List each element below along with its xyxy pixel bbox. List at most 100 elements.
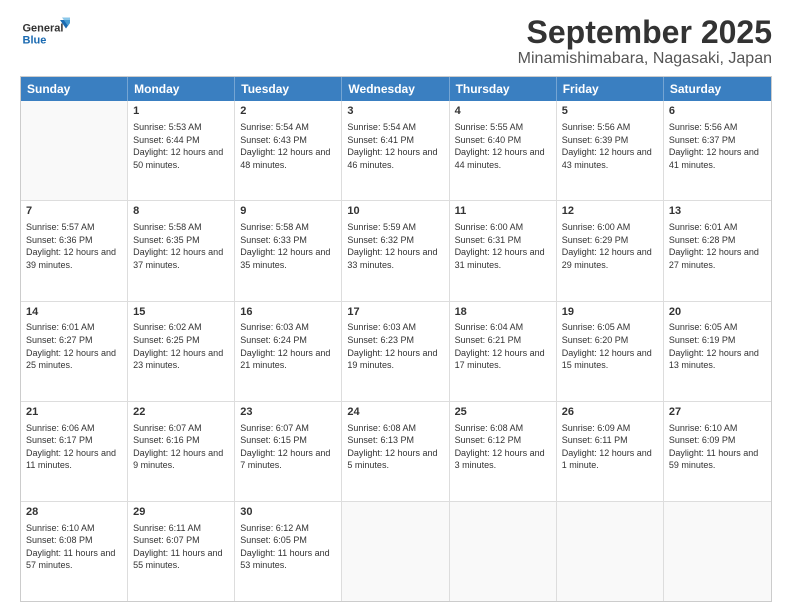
calendar-cell: 5 Sunrise: 5:56 AMSunset: 6:39 PMDaylight… bbox=[557, 101, 664, 200]
cell-info: Sunrise: 6:00 AMSunset: 6:29 PMDaylight:… bbox=[562, 221, 658, 271]
cell-info: Sunrise: 6:07 AMSunset: 6:15 PMDaylight:… bbox=[240, 422, 336, 472]
cell-info: Sunrise: 6:03 AMSunset: 6:24 PMDaylight:… bbox=[240, 321, 336, 371]
day-header-wednesday: Wednesday bbox=[342, 77, 449, 101]
day-number: 24 bbox=[347, 405, 443, 420]
cell-info: Sunrise: 5:57 AMSunset: 6:36 PMDaylight:… bbox=[26, 221, 122, 271]
header: General Blue September 2025 Minamishimab… bbox=[20, 15, 772, 68]
day-number: 27 bbox=[669, 405, 766, 420]
calendar-cell: 22 Sunrise: 6:07 AMSunset: 6:16 PMDayligh… bbox=[128, 402, 235, 501]
day-number: 21 bbox=[26, 405, 122, 420]
day-number: 11 bbox=[455, 204, 551, 219]
day-number: 7 bbox=[26, 204, 122, 219]
day-number: 30 bbox=[240, 505, 336, 520]
page-subtitle: Minamishimabara, Nagasaki, Japan bbox=[518, 50, 772, 68]
calendar-cell: 15Sunrise: 6:02 AMSunset: 6:25 PMDayligh… bbox=[128, 302, 235, 401]
title-area: September 2025 Minamishimabara, Nagasaki… bbox=[518, 15, 772, 68]
calendar-cell: 25 Sunrise: 6:08 AMSunset: 6:12 PMDayligh… bbox=[450, 402, 557, 501]
day-number: 22 bbox=[133, 405, 229, 420]
cell-info: Sunrise: 6:07 AMSunset: 6:16 PMDaylight:… bbox=[133, 422, 229, 472]
calendar-cell: 11 Sunrise: 6:00 AMSunset: 6:31 PMDayligh… bbox=[450, 201, 557, 300]
calendar-cell bbox=[450, 502, 557, 601]
cell-info: Sunrise: 6:00 AMSunset: 6:31 PMDaylight:… bbox=[455, 221, 551, 271]
calendar-cell: 17Sunrise: 6:03 AMSunset: 6:23 PMDayligh… bbox=[342, 302, 449, 401]
day-number: 26 bbox=[562, 405, 658, 420]
cell-info: Sunrise: 6:02 AMSunset: 6:25 PMDaylight:… bbox=[133, 321, 229, 371]
cell-info: Sunrise: 6:06 AMSunset: 6:17 PMDaylight:… bbox=[26, 422, 122, 472]
day-number: 14 bbox=[26, 305, 122, 320]
calendar-header: SundayMondayTuesdayWednesdayThursdayFrid… bbox=[21, 77, 771, 101]
day-number: 16 bbox=[240, 305, 336, 320]
calendar-cell: 14Sunrise: 6:01 AMSunset: 6:27 PMDayligh… bbox=[21, 302, 128, 401]
day-number: 4 bbox=[455, 104, 551, 119]
cell-info: Sunrise: 5:58 AMSunset: 6:35 PMDaylight:… bbox=[133, 221, 229, 271]
cell-info: Sunrise: 6:11 AMSunset: 6:07 PMDaylight:… bbox=[133, 522, 229, 572]
calendar-cell bbox=[21, 101, 128, 200]
logo: General Blue bbox=[20, 15, 70, 55]
day-number: 10 bbox=[347, 204, 443, 219]
calendar-cell bbox=[664, 502, 771, 601]
cell-info: Sunrise: 5:54 AMSunset: 6:41 PMDaylight:… bbox=[347, 121, 443, 171]
calendar-cell: 3 Sunrise: 5:54 AMSunset: 6:41 PMDaylight… bbox=[342, 101, 449, 200]
cell-info: Sunrise: 5:54 AMSunset: 6:43 PMDaylight:… bbox=[240, 121, 336, 171]
cell-info: Sunrise: 6:12 AMSunset: 6:05 PMDaylight:… bbox=[240, 522, 336, 572]
calendar-row-3: 21 Sunrise: 6:06 AMSunset: 6:17 PMDayligh… bbox=[21, 402, 771, 502]
day-number: 25 bbox=[455, 405, 551, 420]
calendar-row-0: 1 Sunrise: 5:53 AMSunset: 6:44 PMDaylight… bbox=[21, 101, 771, 201]
calendar-cell: 2 Sunrise: 5:54 AMSunset: 6:43 PMDaylight… bbox=[235, 101, 342, 200]
calendar-cell bbox=[342, 502, 449, 601]
svg-text:Blue: Blue bbox=[23, 35, 47, 47]
cell-info: Sunrise: 6:09 AMSunset: 6:11 PMDaylight:… bbox=[562, 422, 658, 472]
calendar-cell: 6 Sunrise: 5:56 AMSunset: 6:37 PMDaylight… bbox=[664, 101, 771, 200]
cell-info: Sunrise: 6:05 AMSunset: 6:20 PMDaylight:… bbox=[562, 321, 658, 371]
cell-info: Sunrise: 5:55 AMSunset: 6:40 PMDaylight:… bbox=[455, 121, 551, 171]
cell-info: Sunrise: 6:03 AMSunset: 6:23 PMDaylight:… bbox=[347, 321, 443, 371]
page: General Blue September 2025 Minamishimab… bbox=[0, 0, 792, 612]
calendar: SundayMondayTuesdayWednesdayThursdayFrid… bbox=[20, 76, 772, 602]
calendar-cell: 4 Sunrise: 5:55 AMSunset: 6:40 PMDaylight… bbox=[450, 101, 557, 200]
day-header-tuesday: Tuesday bbox=[235, 77, 342, 101]
day-header-sunday: Sunday bbox=[21, 77, 128, 101]
calendar-cell: 27 Sunrise: 6:10 AMSunset: 6:09 PMDayligh… bbox=[664, 402, 771, 501]
day-number: 13 bbox=[669, 204, 766, 219]
day-number: 1 bbox=[133, 104, 229, 119]
day-number: 8 bbox=[133, 204, 229, 219]
day-number: 17 bbox=[347, 305, 443, 320]
calendar-body: 1 Sunrise: 5:53 AMSunset: 6:44 PMDaylight… bbox=[21, 101, 771, 601]
calendar-cell: 24 Sunrise: 6:08 AMSunset: 6:13 PMDayligh… bbox=[342, 402, 449, 501]
cell-info: Sunrise: 6:10 AMSunset: 6:08 PMDaylight:… bbox=[26, 522, 122, 572]
cell-info: Sunrise: 6:10 AMSunset: 6:09 PMDaylight:… bbox=[669, 422, 766, 472]
svg-text:General: General bbox=[23, 23, 64, 35]
day-number: 20 bbox=[669, 305, 766, 320]
day-number: 5 bbox=[562, 104, 658, 119]
logo-svg: General Blue bbox=[20, 15, 70, 55]
day-number: 19 bbox=[562, 305, 658, 320]
calendar-cell: 28Sunrise: 6:10 AMSunset: 6:08 PMDayligh… bbox=[21, 502, 128, 601]
cell-info: Sunrise: 5:56 AMSunset: 6:37 PMDaylight:… bbox=[669, 121, 766, 171]
calendar-row-2: 14Sunrise: 6:01 AMSunset: 6:27 PMDayligh… bbox=[21, 302, 771, 402]
day-number: 2 bbox=[240, 104, 336, 119]
calendar-cell: 23 Sunrise: 6:07 AMSunset: 6:15 PMDayligh… bbox=[235, 402, 342, 501]
day-header-saturday: Saturday bbox=[664, 77, 771, 101]
day-number: 18 bbox=[455, 305, 551, 320]
cell-info: Sunrise: 6:08 AMSunset: 6:12 PMDaylight:… bbox=[455, 422, 551, 472]
day-number: 6 bbox=[669, 104, 766, 119]
cell-info: Sunrise: 6:01 AMSunset: 6:28 PMDaylight:… bbox=[669, 221, 766, 271]
day-number: 9 bbox=[240, 204, 336, 219]
day-number: 12 bbox=[562, 204, 658, 219]
calendar-cell: 30 Sunrise: 6:12 AMSunset: 6:05 PMDayligh… bbox=[235, 502, 342, 601]
calendar-row-1: 7 Sunrise: 5:57 AMSunset: 6:36 PMDaylight… bbox=[21, 201, 771, 301]
calendar-cell: 7 Sunrise: 5:57 AMSunset: 6:36 PMDaylight… bbox=[21, 201, 128, 300]
calendar-cell: 26 Sunrise: 6:09 AMSunset: 6:11 PMDayligh… bbox=[557, 402, 664, 501]
calendar-cell: 16Sunrise: 6:03 AMSunset: 6:24 PMDayligh… bbox=[235, 302, 342, 401]
calendar-cell: 20Sunrise: 6:05 AMSunset: 6:19 PMDayligh… bbox=[664, 302, 771, 401]
day-number: 23 bbox=[240, 405, 336, 420]
cell-info: Sunrise: 6:08 AMSunset: 6:13 PMDaylight:… bbox=[347, 422, 443, 472]
day-number: 3 bbox=[347, 104, 443, 119]
cell-info: Sunrise: 5:53 AMSunset: 6:44 PMDaylight:… bbox=[133, 121, 229, 171]
cell-info: Sunrise: 6:05 AMSunset: 6:19 PMDaylight:… bbox=[669, 321, 766, 371]
calendar-cell: 1 Sunrise: 5:53 AMSunset: 6:44 PMDaylight… bbox=[128, 101, 235, 200]
day-header-friday: Friday bbox=[557, 77, 664, 101]
calendar-cell: 12 Sunrise: 6:00 AMSunset: 6:29 PMDayligh… bbox=[557, 201, 664, 300]
cell-info: Sunrise: 5:56 AMSunset: 6:39 PMDaylight:… bbox=[562, 121, 658, 171]
cell-info: Sunrise: 5:59 AMSunset: 6:32 PMDaylight:… bbox=[347, 221, 443, 271]
